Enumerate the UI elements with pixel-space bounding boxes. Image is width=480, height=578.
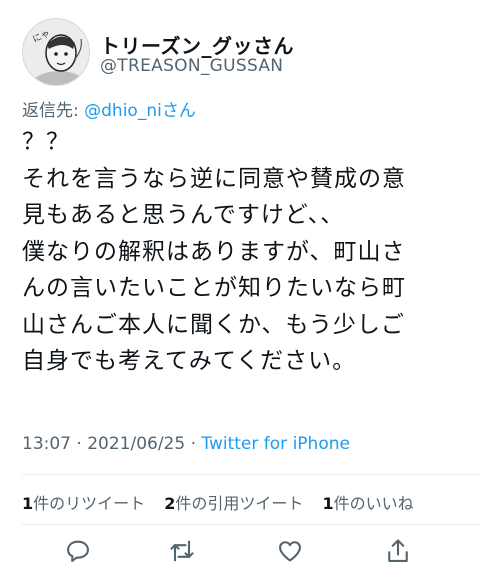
reply-to-prefix: 返信先: — [22, 101, 85, 121]
tweet-source[interactable]: Twitter for iPhone — [201, 434, 350, 454]
tweet-actions — [22, 537, 438, 571]
retweets-label: 件のリツイート — [33, 494, 146, 513]
divider — [22, 474, 480, 475]
avatar-illustration: にゃ — [23, 19, 89, 85]
tweet-line: 自身でも考えてみてください。 — [22, 348, 357, 374]
like-icon[interactable] — [276, 537, 304, 565]
display-name[interactable]: トリーズン_グッさん — [100, 30, 294, 59]
tweet-line: んの言いたいことが知りたいなら町 — [22, 275, 406, 301]
quotes-label: 件の引用ツイート — [175, 494, 304, 513]
retweet-icon[interactable] — [168, 537, 196, 565]
quotes-count: 2 — [164, 494, 176, 513]
reply-to-mention[interactable]: @dhio_niさん — [84, 101, 196, 121]
user-handle[interactable]: @TREASON_GUSSAN — [100, 56, 283, 76]
divider — [22, 524, 480, 525]
tweet-line: それを言うなら逆に同意や賛成の意 — [22, 165, 406, 192]
retweets-stat[interactable]: 1件のリツイート — [22, 494, 145, 513]
quotes-stat[interactable]: 2件の引用ツイート — [164, 494, 303, 513]
tweet-timestamp[interactable]: 13:07 · 2021/06/25 · — [22, 434, 201, 454]
likes-count: 1 — [322, 494, 334, 513]
tweet-line: 僕なりの解釈はありますが、町山さ — [22, 238, 406, 265]
avatar[interactable]: にゃ — [22, 18, 90, 86]
tweet-line: ？？ — [22, 129, 70, 155]
tweet-line: 見もあると思うんですけど、、 — [22, 202, 345, 228]
reply-to-line: 返信先: @dhio_niさん — [22, 96, 196, 121]
tweet-text: ？？ それを言うなら逆に同意や賛成の意 見もあると思うんですけど、、 僕なりの解… — [22, 124, 472, 380]
likes-label: 件のいいね — [333, 494, 414, 513]
share-icon[interactable] — [384, 537, 412, 565]
tweet-stats: 1件のリツイート 2件の引用ツイート 1件のいいね — [22, 490, 428, 514]
retweets-count: 1 — [22, 494, 34, 513]
likes-stat[interactable]: 1件のいいね — [323, 494, 414, 513]
reply-icon[interactable] — [64, 537, 92, 565]
tweet-line: 山さんご本人に聞くか、もう少しご — [22, 311, 405, 338]
tweet-meta: 13:07 · 2021/06/25 · Twitter for iPhone — [22, 434, 350, 454]
